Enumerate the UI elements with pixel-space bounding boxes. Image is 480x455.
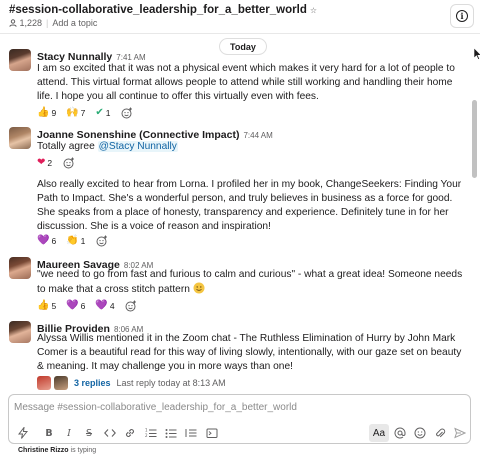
- member-count[interactable]: 1,228: [20, 18, 43, 28]
- formatting-toggle-button[interactable]: Aa: [369, 424, 389, 442]
- channel-meta: 1,228 | Add a topic: [9, 18, 97, 28]
- message-item: Stacy Nunnally 7:41 AM I am so excited th…: [0, 48, 470, 120]
- thread-replies-link[interactable]: 3 replies: [74, 378, 111, 388]
- avatar[interactable]: [9, 321, 31, 343]
- message-time[interactable]: 7:44 AM: [243, 131, 272, 140]
- svg-text:1: 1: [145, 428, 148, 433]
- channel-name[interactable]: #session-collaborative_leadership_for_a_…: [9, 4, 317, 16]
- add-topic-link[interactable]: Add a topic: [52, 18, 97, 28]
- message-text: Alyssa Willis mentioned it in the Zoom c…: [37, 333, 462, 372]
- channel-header: #session-collaborative_leadership_for_a_…: [0, 0, 480, 34]
- blockquote-icon[interactable]: [184, 426, 198, 440]
- reaction-purple-heart[interactable]: 💜 6: [37, 235, 56, 246]
- message-text: Also really excited to hear from Lorna. …: [37, 179, 462, 232]
- message-item: Maureen Savage 8:02 AM "we need to go fro…: [0, 256, 470, 314]
- strikethrough-icon[interactable]: S: [82, 426, 96, 440]
- reaction-raised-hands[interactable]: 🙌 7: [66, 107, 85, 118]
- add-reaction-icon[interactable]: [62, 156, 75, 169]
- message-text: "we need to go from fast and furious to …: [37, 268, 467, 299]
- reaction-thumbs-up[interactable]: 👍 5: [37, 300, 56, 311]
- bold-icon[interactable]: B: [42, 426, 56, 440]
- smile-emoji-icon: [193, 282, 205, 299]
- reaction-checkmark[interactable]: ✔ 1: [95, 107, 110, 118]
- message-item: Joanne Sonenshine (Connective Impact) 7:4…: [0, 126, 470, 250]
- attachment-icon[interactable]: [433, 426, 447, 440]
- thread-last-reply: Last reply today at 8:13 AM: [116, 378, 226, 388]
- add-reaction-icon[interactable]: [95, 234, 108, 247]
- emoji-icon[interactable]: [413, 426, 427, 440]
- add-reaction-icon[interactable]: [125, 299, 138, 312]
- message-text: Totally agree @Stacy Nunnally: [37, 141, 178, 152]
- mention-icon[interactable]: [393, 426, 407, 440]
- ordered-list-icon[interactable]: 12: [144, 426, 158, 440]
- message-text: I am so excited that it was not a physic…: [37, 63, 455, 102]
- reaction-heart[interactable]: ❤ 2: [37, 157, 52, 168]
- info-icon: i: [456, 10, 468, 22]
- chevron-down-icon: ☆: [309, 6, 318, 15]
- svg-text:2: 2: [145, 433, 148, 438]
- send-icon[interactable]: [453, 426, 467, 440]
- avatar: [54, 376, 68, 390]
- message-input[interactable]: [14, 399, 464, 415]
- typing-indicator: Christine Rizzo is typing: [18, 447, 97, 454]
- code-block-icon[interactable]: [205, 426, 219, 440]
- reaction-bar: ❤ 2: [37, 156, 75, 169]
- channel-details-button[interactable]: i: [450, 4, 474, 28]
- members-icon: [9, 18, 20, 28]
- message-composer: B I S 12 Aa: [8, 394, 471, 444]
- avatar[interactable]: [9, 257, 31, 279]
- lightning-icon[interactable]: [16, 426, 30, 440]
- italic-icon[interactable]: I: [62, 426, 76, 440]
- scrollbar-thumb[interactable]: [472, 100, 477, 178]
- link-icon[interactable]: [123, 426, 137, 440]
- avatar[interactable]: [9, 49, 31, 71]
- mouse-cursor-icon: [473, 47, 480, 63]
- reaction-bar: 💜 6 👏 1: [37, 234, 108, 247]
- reaction-clap[interactable]: 👏 1: [66, 235, 85, 246]
- reaction-bar: 👍 9 🙌 7 ✔ 1: [37, 106, 134, 119]
- add-reaction-icon[interactable]: [121, 106, 134, 119]
- reaction-purple-heart[interactable]: 💜 4: [95, 300, 114, 311]
- bulleted-list-icon[interactable]: [164, 426, 178, 440]
- reaction-bar: 👍 5 💜 6 💜 4: [37, 299, 138, 312]
- message-time[interactable]: 7:41 AM: [116, 53, 145, 62]
- reaction-purple-heart[interactable]: 💜 6: [66, 300, 85, 311]
- avatar[interactable]: [9, 127, 31, 149]
- composer-toolbar: B I S 12 Aa: [9, 423, 472, 443]
- code-icon[interactable]: [103, 426, 117, 440]
- reaction-thumbs-up[interactable]: 👍 9: [37, 107, 56, 118]
- user-mention[interactable]: @Stacy Nunnally: [97, 141, 178, 152]
- avatar: [37, 376, 51, 390]
- thread-summary[interactable]: 3 replies Last reply today at 8:13 AM: [37, 376, 226, 390]
